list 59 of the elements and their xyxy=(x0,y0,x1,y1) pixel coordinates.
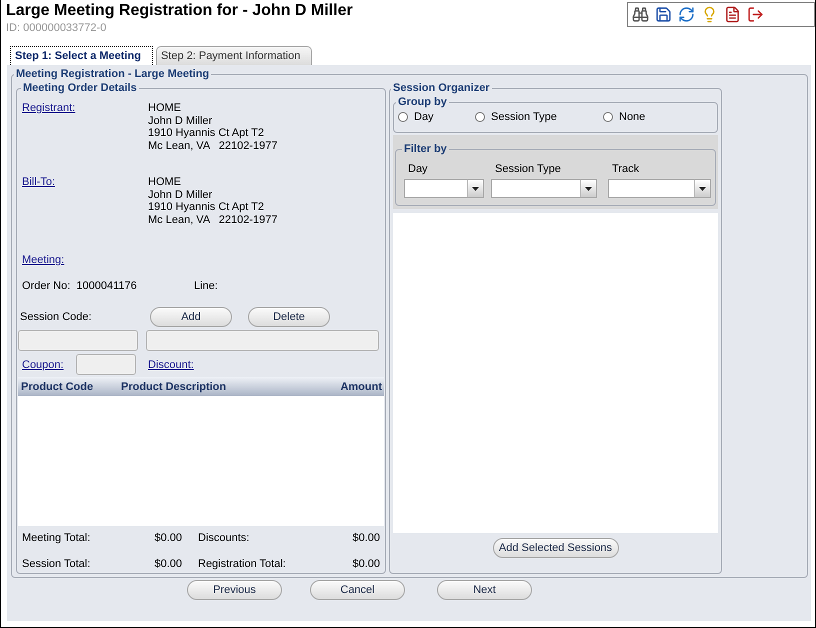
column-header: Amount xyxy=(339,380,382,392)
total-label: Registration Total: xyxy=(197,558,287,570)
refresh-icon[interactable] xyxy=(678,6,695,23)
total-value: $0.00 xyxy=(153,558,182,570)
session-code-label: Session Code: xyxy=(19,311,93,323)
radio-label: None xyxy=(619,111,646,123)
line-label: Line: xyxy=(194,280,218,292)
column-header: Product Code xyxy=(21,380,94,392)
add-button[interactable]: Add xyxy=(150,307,232,327)
total-label: Discounts: xyxy=(197,532,250,544)
nav-button[interactable]: Next xyxy=(437,580,532,600)
session-code-field[interactable] xyxy=(18,330,138,351)
coupon-field[interactable] xyxy=(76,354,136,375)
column-header: Product Description xyxy=(121,380,228,392)
step-tab[interactable]: Step 2: Payment Information xyxy=(156,46,312,65)
panel-legend: Filter by xyxy=(402,143,449,155)
radio-label: Day xyxy=(414,111,434,123)
dropdown-arrow-icon xyxy=(472,186,479,190)
page-title: Large Meeting Registration for - John D Miller xyxy=(6,2,353,20)
binoculars-icon[interactable] xyxy=(632,6,649,23)
nav-button[interactable]: Cancel xyxy=(310,580,405,600)
dropdown-arrow-icon xyxy=(585,186,592,190)
address-link[interactable]: Bill-To: xyxy=(22,176,56,188)
filter-label: Day xyxy=(407,163,428,175)
add-selected-sessions-button[interactable]: Add Selected Sessions xyxy=(492,538,618,558)
panel-legend: Meeting Order Details xyxy=(21,82,139,94)
address-text: HOME John D Miller 1910 Hyannis Ct Apt T2 Mc Lean, VA 22102-1977 xyxy=(148,102,278,152)
coupon-link[interactable]: Coupon: xyxy=(22,358,64,370)
address-text: HOME John D Miller 1910 Hyannis Ct Apt T2 Mc Lean, VA 22102-1977 xyxy=(148,176,278,226)
delete-button[interactable]: Delete xyxy=(248,307,330,327)
nav-button[interactable]: Previous xyxy=(187,580,282,600)
radio-label: Session Type xyxy=(491,111,557,123)
filter-dropdown[interactable] xyxy=(491,179,597,198)
order-number: Order No: 1000041176 xyxy=(22,280,138,292)
radio-button[interactable] xyxy=(398,112,408,122)
total-label: Meeting Total: xyxy=(22,532,92,544)
panel-legend: Session Organizer xyxy=(391,82,492,94)
document-icon[interactable] xyxy=(724,6,741,23)
filter-label: Track xyxy=(611,163,640,175)
total-value: $0.00 xyxy=(153,532,182,544)
record-id: ID: 000000033772-0 xyxy=(6,22,106,34)
step-tab[interactable]: Step 1: Select a Meeting xyxy=(10,46,153,65)
dropdown-arrow-icon xyxy=(699,186,706,190)
meeting-link[interactable]: Meeting: xyxy=(22,254,64,266)
panel-legend: Group by xyxy=(396,96,449,108)
total-value: $0.00 xyxy=(351,532,380,544)
session-description-field[interactable] xyxy=(146,330,379,351)
filter-dropdown[interactable] xyxy=(404,179,484,198)
save-icon[interactable] xyxy=(655,6,672,23)
filter-label: Session Type xyxy=(494,163,561,175)
panel-legend: Meeting Registration - Large Meeting xyxy=(14,68,212,80)
total-value: $0.00 xyxy=(351,558,380,570)
filter-dropdown[interactable] xyxy=(608,179,711,198)
address-link[interactable]: Registrant: xyxy=(22,102,76,114)
total-label: Session Total: xyxy=(22,558,92,570)
radio-button[interactable] xyxy=(475,112,485,122)
exit-icon[interactable] xyxy=(747,6,764,23)
radio-button[interactable] xyxy=(603,112,613,122)
discount-link[interactable]: Discount: xyxy=(148,358,194,370)
